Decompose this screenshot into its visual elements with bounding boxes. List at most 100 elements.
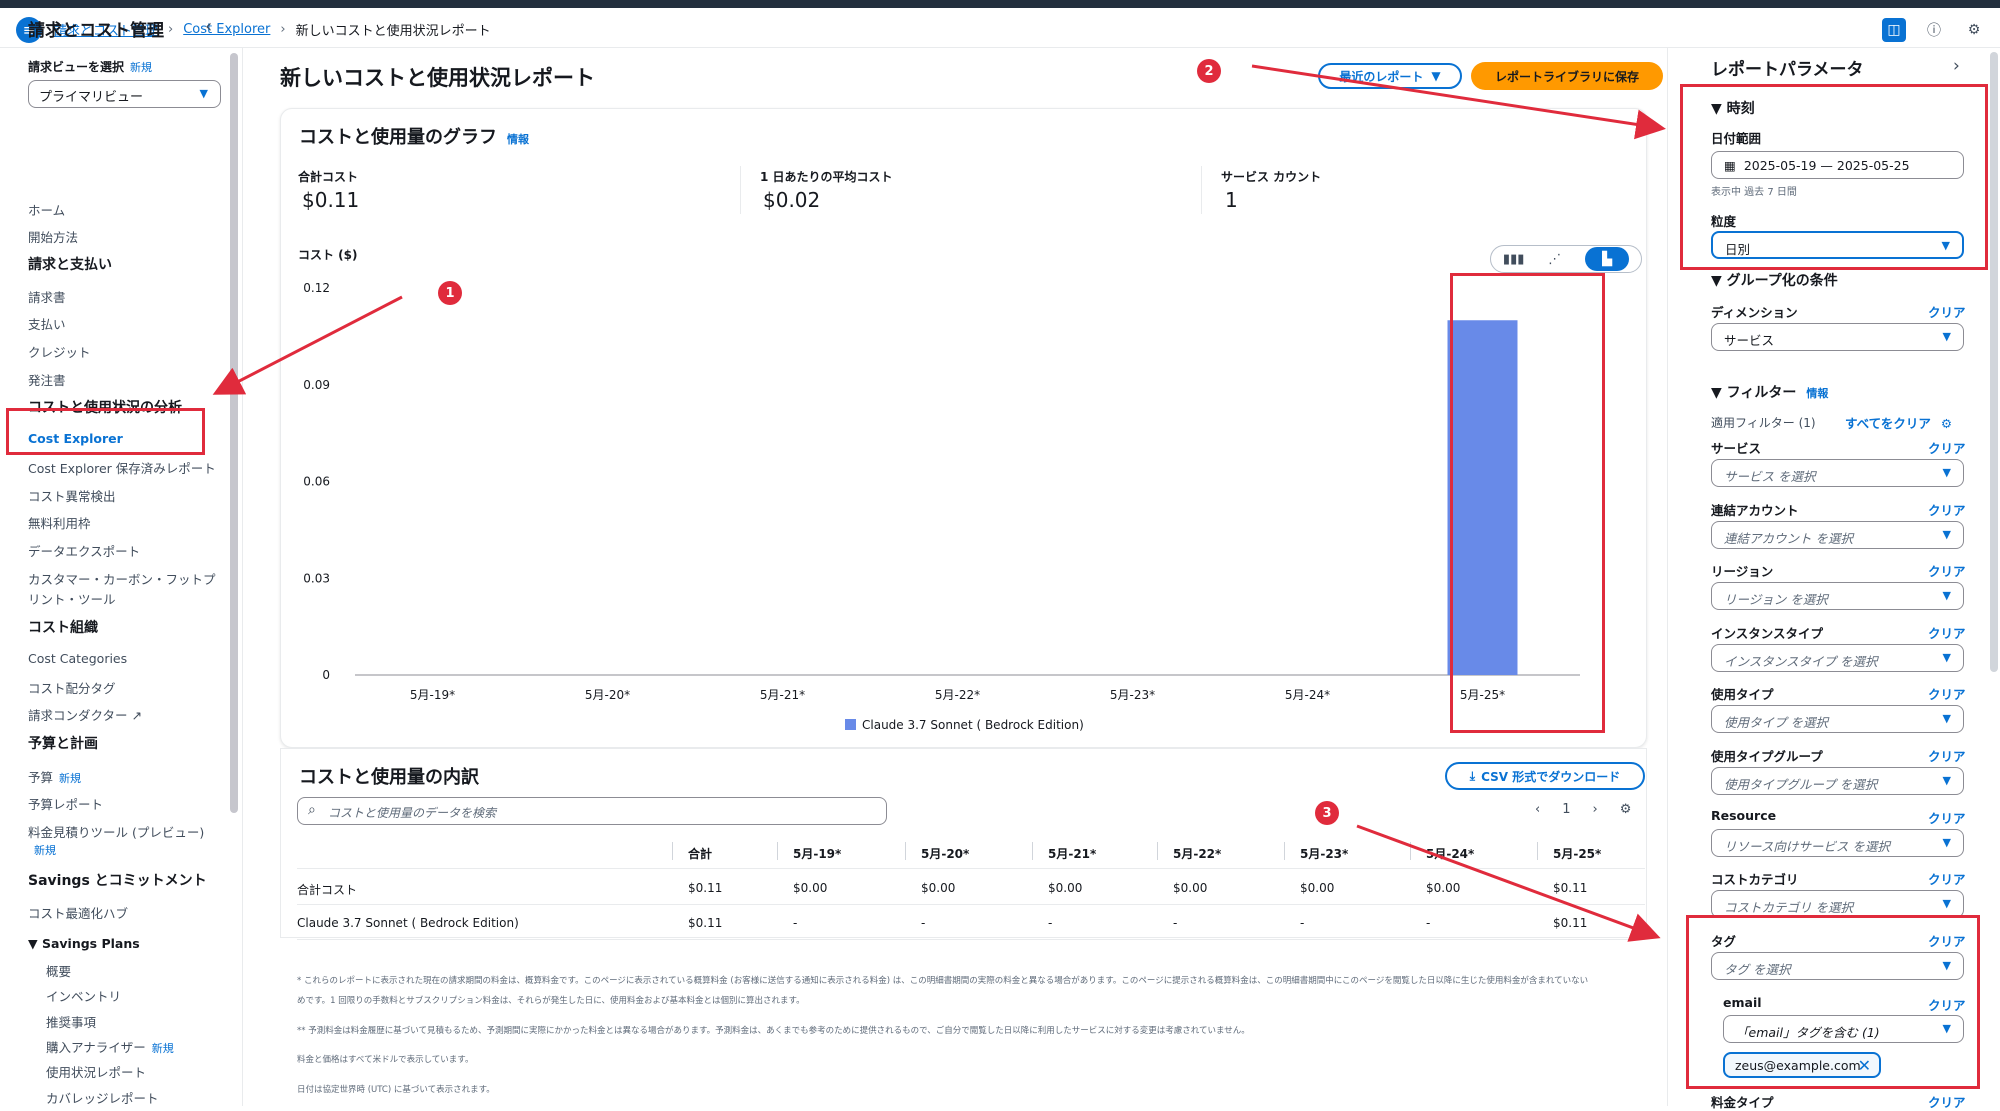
nav-cost-allocation-tags[interactable]: コスト配分タグ (28, 678, 116, 697)
nav-budget-reports[interactable]: 予算レポート (28, 794, 103, 813)
legend-swatch (845, 719, 856, 730)
filter-select[interactable]: リソース向けサービス を選択 ▼ (1711, 829, 1964, 857)
dimension-clear[interactable]: クリア (1928, 302, 1966, 321)
breakdown-search-input[interactable]: ⌕ コストと使用量のデータを検索 (297, 797, 887, 825)
split-panel-icon[interactable]: ◫ (1882, 18, 1906, 42)
filter-select[interactable]: コストカテゴリ を選択 ▼ (1711, 890, 1964, 918)
filter-select[interactable]: リージョン を選択 ▼ (1711, 582, 1964, 610)
nav-sp-utilization[interactable]: 使用状況レポート (46, 1062, 146, 1081)
nav-getting-started[interactable]: 開始方法 (28, 227, 78, 246)
group-by-section[interactable]: ▼ グループ化の条件 (1711, 270, 1838, 290)
x-tick-label: 5月-19* (410, 688, 455, 702)
table-row: 合計コスト $0.11 $0.00 $0.00 $0.00 $0.00 $0.00 $0.00… (297, 871, 1645, 905)
prev-page-icon[interactable]: ‹ (1535, 802, 1540, 817)
filter-label: 連結アカウント (1711, 503, 1799, 518)
stacked-bar-chart-icon[interactable]: ▙ (1585, 247, 1630, 271)
filters-section[interactable]: ▼ フィルター 情報 (1711, 382, 1828, 402)
billing-view-select[interactable]: プライマリビュー ▼ (28, 80, 221, 108)
billing-type-clear[interactable]: クリア (1928, 1092, 1966, 1111)
filter-select[interactable]: 使用タイプグループ を選択 ▼ (1711, 767, 1964, 795)
breadcrumb-cost-explorer[interactable]: Cost Explorer (183, 22, 270, 37)
filter-clear-link[interactable]: クリア (1928, 869, 1966, 888)
nav-carbon-tool-line2[interactable]: リント・ツール (28, 589, 116, 608)
nav-sp-purchase-analyzer[interactable]: 購入アナライザー 新規 (46, 1037, 174, 1056)
table-cell: $0.00 (1300, 881, 1335, 895)
filter-label: コストカテゴリ (1711, 872, 1799, 887)
line-chart-icon[interactable]: ⋰ (1548, 252, 1561, 267)
filter-select[interactable]: 連結アカウント を選択 ▼ (1711, 521, 1964, 549)
clear-all-filters[interactable]: すべてをクリア ⚙ (1845, 413, 1952, 432)
filter-clear-link[interactable]: クリア (1928, 561, 1966, 580)
footnote-line: 料金と価格はすべて米ドルで表示しています。 (297, 1055, 474, 1065)
info-link[interactable]: 情報 (507, 133, 529, 146)
close-panel-icon[interactable]: › (1953, 56, 1960, 76)
nav-sp-overview[interactable]: 概要 (46, 961, 71, 980)
nav-saved-reports[interactable]: Cost Explorer 保存済みレポート (28, 458, 216, 477)
info-link: 情報 (1806, 387, 1829, 400)
footnote-line: めです。1 回限りの手数料とサブスクリプション料金は、それらが発生した日に、使用… (297, 996, 805, 1006)
panel-scrollbar[interactable] (1990, 52, 1998, 672)
new-badge: 新規 (34, 844, 56, 857)
caret-down-icon: ▼ (1942, 897, 1951, 910)
nav-savings-plans[interactable]: ▼ Savings Plans (28, 936, 140, 951)
table-cell: $0.11 (688, 881, 723, 895)
cost-bar-chart: 0.12 0.09 0.06 0.03 0 5月-19* 5月-20* 5月-21* 5月-22… (303, 281, 1580, 732)
filter-select[interactable]: 使用タイプ を選択 ▼ (1711, 705, 1964, 733)
nav-bills[interactable]: 請求書 (28, 287, 66, 306)
nav-cost-categories[interactable]: Cost Categories (28, 651, 127, 666)
nav-sp-coverage[interactable]: カバレッジレポート (46, 1088, 159, 1107)
nav-free-tier[interactable]: 無料利用枠 (28, 513, 91, 532)
nav-anomaly-detection[interactable]: コスト異常検出 (28, 486, 116, 505)
csv-download-button[interactable]: ⤓ CSV 形式でダウンロード (1445, 762, 1645, 790)
nav-pricing-calculator[interactable]: 料金見積りツール (プレビュー) (28, 822, 204, 841)
filter-clear-link[interactable]: クリア (1928, 438, 1966, 457)
settings-icon: ⚙ (1940, 416, 1953, 431)
nav-title: 請求とコスト管理 (28, 21, 164, 41)
table-cell: $0.11 (688, 916, 723, 930)
nav-credits[interactable]: クレジット (28, 342, 91, 361)
y-tick-label: 0.06 (303, 475, 330, 489)
nav-billing-conductor[interactable]: 請求コンダクター ↗ (28, 705, 142, 724)
filter-clear-link[interactable]: クリア (1928, 746, 1966, 765)
y-tick-label: 0.03 (303, 571, 330, 585)
page-title: 新しいコストと使用状況レポート (280, 66, 595, 90)
breakdown-title: コストと使用量の内訳 (299, 767, 479, 788)
table-header-cell: 5月-19* (793, 847, 842, 861)
filter-select[interactable]: サービス を選択 ▼ (1711, 459, 1964, 487)
info-icon[interactable]: ⓘ (1922, 18, 1946, 42)
nav-purchase-orders[interactable]: 発注書 (28, 370, 66, 389)
next-page-icon[interactable]: › (1592, 802, 1597, 817)
nav-payments[interactable]: 支払い (28, 314, 66, 333)
nav-home[interactable]: ホーム (28, 200, 65, 219)
table-settings-icon[interactable]: ⚙ (1620, 802, 1632, 817)
nav-sp-recommendations[interactable]: 推奨事項 (46, 1012, 96, 1031)
filter-clear-link[interactable]: クリア (1928, 623, 1966, 642)
filter-label: インスタンスタイプ (1711, 626, 1824, 641)
table-cell: 合計コスト (297, 883, 358, 897)
caret-down-icon: ▼ (1942, 712, 1951, 725)
nav-budgets[interactable]: 予算 新規 (28, 767, 81, 786)
filter-clear-link[interactable]: クリア (1928, 684, 1966, 703)
save-to-library-button[interactable]: レポートライブラリに保存 (1471, 62, 1663, 90)
filter-clear-link[interactable]: クリア (1928, 808, 1966, 827)
nav-carbon-tool[interactable]: カスタマー・カーボン・フットプ (28, 569, 216, 588)
filter-clear-link[interactable]: クリア (1928, 500, 1966, 519)
footnote-line: 日付は協定世界時 (UTC) に基づいて表示されます。 (297, 1085, 495, 1095)
collapse-nav-icon[interactable]: ‹ (205, 16, 212, 37)
nav-scrollbar[interactable] (230, 53, 238, 813)
filter-select[interactable]: インスタンスタイプ を選択 ▼ (1711, 644, 1964, 672)
settings-icon[interactable]: ⚙ (1962, 18, 1986, 42)
pagination: ‹ 1 › ⚙ (1535, 802, 1631, 817)
service-count-label: サービス カウント (1221, 170, 1322, 184)
caret-down-icon: ▼ (1942, 651, 1951, 664)
recent-reports-button[interactable]: 最近のレポート ▼ (1318, 63, 1462, 89)
new-badge: 新規 (130, 61, 153, 74)
nav-sp-inventory[interactable]: インベントリ (46, 986, 121, 1005)
filter-label: Resource (1711, 808, 1777, 823)
nav-cost-optimization-hub[interactable]: コスト最適化ハブ (28, 903, 128, 922)
table-header-cell: 合計 (688, 847, 713, 861)
nav-data-exports[interactable]: データエクスポート (28, 541, 140, 560)
dimension-select[interactable]: サービス ▼ (1711, 323, 1964, 351)
page-number[interactable]: 1 (1562, 802, 1570, 817)
bar-chart-icon[interactable]: ▮▮▮ (1503, 252, 1524, 267)
